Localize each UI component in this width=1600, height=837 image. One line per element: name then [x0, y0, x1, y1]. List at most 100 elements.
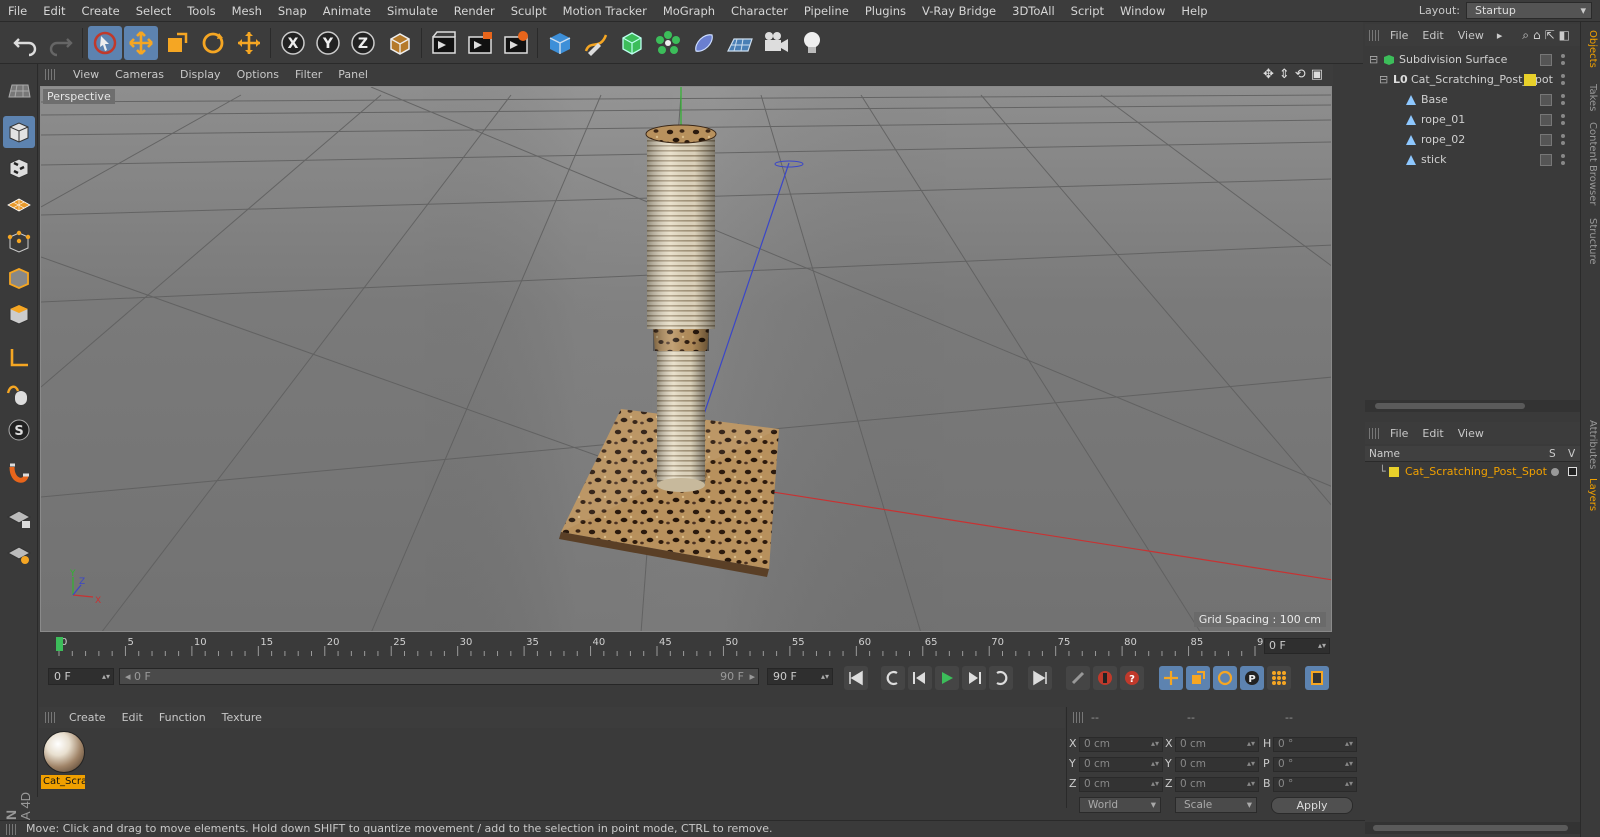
pos-z-field[interactable]: 0 cm ▴▾ [1079, 777, 1163, 792]
camera-icon[interactable] [759, 26, 793, 60]
end-frame-field[interactable]: 90 F ▴▾ [767, 668, 833, 685]
apply-button[interactable]: Apply [1271, 797, 1353, 814]
key-parameter-icon[interactable]: P [1240, 666, 1264, 690]
viewport-camera-label[interactable]: Perspective [43, 89, 115, 104]
key-rotation-icon[interactable] [1213, 666, 1237, 690]
tab-content-browser[interactable]: Content Browser [1584, 122, 1598, 205]
polygons-mode-icon[interactable] [3, 298, 35, 330]
objects-menu-file[interactable]: File [1383, 29, 1415, 42]
pos-x-field[interactable]: 0 cm ▴▾ [1079, 737, 1163, 752]
render-view-icon[interactable] [427, 26, 461, 60]
viewport-menu-view[interactable]: View [65, 68, 107, 81]
viewport-menu-display[interactable]: Display [172, 68, 229, 81]
panel-grip-icon[interactable] [6, 824, 18, 835]
zoom-icon[interactable]: ⇕ [1279, 67, 1290, 82]
light-icon[interactable] [795, 26, 829, 60]
layers-menu-edit[interactable]: Edit [1415, 427, 1450, 440]
next-key-icon[interactable] [989, 666, 1013, 690]
rot-p-field[interactable]: 0 ° ▴▾ [1273, 757, 1357, 772]
panel-grip-icon[interactable] [45, 712, 57, 723]
autokeying-icon[interactable]: ? [1120, 666, 1144, 690]
y-axis-lock-icon[interactable]: Y [311, 26, 345, 60]
timeline-ruler[interactable]: 051015202530354045505560657075808590 [51, 636, 1263, 658]
menu-edit[interactable]: Edit [35, 4, 73, 18]
planar-workplane-icon[interactable] [3, 538, 35, 570]
rot-b-field[interactable]: 0 ° ▴▾ [1273, 777, 1357, 792]
coordinate-mode-dropdown[interactable]: World [1079, 797, 1161, 813]
menu-vray-bridge[interactable]: V-Ray Bridge [914, 4, 1004, 18]
spline-pen-icon[interactable] [579, 26, 613, 60]
solo-icon[interactable]: S [3, 414, 35, 446]
layer-col-v[interactable]: V [1568, 446, 1575, 462]
panel-grip-icon[interactable] [1369, 30, 1381, 41]
tab-layers[interactable]: Layers [1584, 478, 1598, 511]
cube-primitive-icon[interactable] [543, 26, 577, 60]
key-pla-icon[interactable] [1267, 666, 1291, 690]
layout-dropdown[interactable]: Startup [1466, 2, 1592, 19]
tweak-mode-icon[interactable] [3, 378, 35, 410]
menu-render[interactable]: Render [446, 4, 503, 18]
floor-icon[interactable] [723, 26, 757, 60]
pan-icon[interactable]: ✥ [1263, 67, 1274, 82]
panel-grip-icon[interactable] [1073, 712, 1085, 723]
object-manager-scrollbar[interactable] [1365, 400, 1580, 412]
cloner-icon[interactable] [651, 26, 685, 60]
x-axis-lock-icon[interactable]: X [276, 26, 310, 60]
layer-color-swatch[interactable] [1389, 467, 1399, 477]
visibility-dots[interactable] [1560, 113, 1566, 127]
key-scale-icon[interactable] [1186, 666, 1210, 690]
deformer-icon[interactable] [687, 26, 721, 60]
visibility-dots[interactable] [1560, 53, 1566, 67]
rotate-icon[interactable] [196, 26, 230, 60]
viewport-menu-cameras[interactable]: Cameras [107, 68, 172, 81]
layers-menu-view[interactable]: View [1451, 427, 1491, 440]
menu-window[interactable]: Window [1112, 4, 1173, 18]
orbit-icon[interactable]: ⟲ [1295, 67, 1306, 82]
size-x-field[interactable]: 0 cm ▴▾ [1175, 737, 1259, 752]
layer-col-name[interactable]: Name [1369, 446, 1400, 462]
menu-help[interactable]: Help [1173, 4, 1215, 18]
layer-manager-scrollbar[interactable] [1365, 822, 1580, 834]
menu-character[interactable]: Character [723, 4, 796, 18]
edit-toggle[interactable] [1540, 114, 1552, 126]
menu-file[interactable]: File [0, 4, 35, 18]
key-position-icon[interactable] [1159, 666, 1183, 690]
tab-structure[interactable]: Structure [1584, 218, 1598, 265]
go-to-start-icon[interactable] [844, 666, 868, 690]
layer-row[interactable]: └ Cat_Scratching_Post_Spot [1365, 462, 1580, 482]
panel-grip-icon[interactable] [45, 69, 57, 80]
size-z-field[interactable]: 0 cm ▴▾ [1175, 777, 1259, 792]
visibility-dots[interactable] [1560, 93, 1566, 107]
live-selection-icon[interactable] [88, 26, 122, 60]
size-y-field[interactable]: 0 cm ▴▾ [1175, 757, 1259, 772]
visibility-dots[interactable] [1560, 153, 1566, 167]
menu-expand-icon[interactable]: ▸ [1497, 29, 1503, 42]
texture-mode-icon[interactable] [3, 152, 35, 184]
tree-item-base[interactable]: Base [1365, 90, 1580, 110]
layer-col-s[interactable]: S [1549, 446, 1556, 462]
tab-attributes[interactable]: Attributes [1584, 420, 1598, 469]
layer-solo-toggle[interactable] [1551, 468, 1559, 476]
menu-animate[interactable]: Animate [315, 4, 379, 18]
previous-frame-icon[interactable] [908, 666, 932, 690]
menu-select[interactable]: Select [128, 4, 179, 18]
menu-motion-tracker[interactable]: Motion Tracker [555, 4, 655, 18]
edit-toggle[interactable] [1540, 154, 1552, 166]
start-frame-field[interactable]: 0 F ▴▾ [48, 668, 114, 685]
menu-script[interactable]: Script [1063, 4, 1112, 18]
material-menu-edit[interactable]: Edit [114, 711, 151, 724]
tab-objects[interactable]: Objects [1584, 30, 1598, 68]
scale-icon[interactable] [160, 26, 194, 60]
motion-recording-icon[interactable] [1066, 666, 1090, 690]
visibility-dots[interactable] [1560, 133, 1566, 147]
material-name-label[interactable]: Cat_Scra [41, 775, 85, 789]
coordinate-system-icon[interactable] [383, 26, 417, 60]
rot-h-field[interactable]: 0 ° ▴▾ [1273, 737, 1357, 752]
tree-item-cat-scratching-post-spot[interactable]: ⊟ L0 Cat_Scratching_Post_Spot [1365, 70, 1580, 90]
menu-sculpt[interactable]: Sculpt [503, 4, 555, 18]
viewport-menu-filter[interactable]: Filter [287, 68, 330, 81]
menu-mograph[interactable]: MoGraph [655, 4, 723, 18]
locked-workplane-icon[interactable] [3, 502, 35, 534]
layer-visibility-toggle[interactable] [1568, 467, 1577, 476]
objects-menu-view[interactable]: View [1451, 29, 1491, 42]
